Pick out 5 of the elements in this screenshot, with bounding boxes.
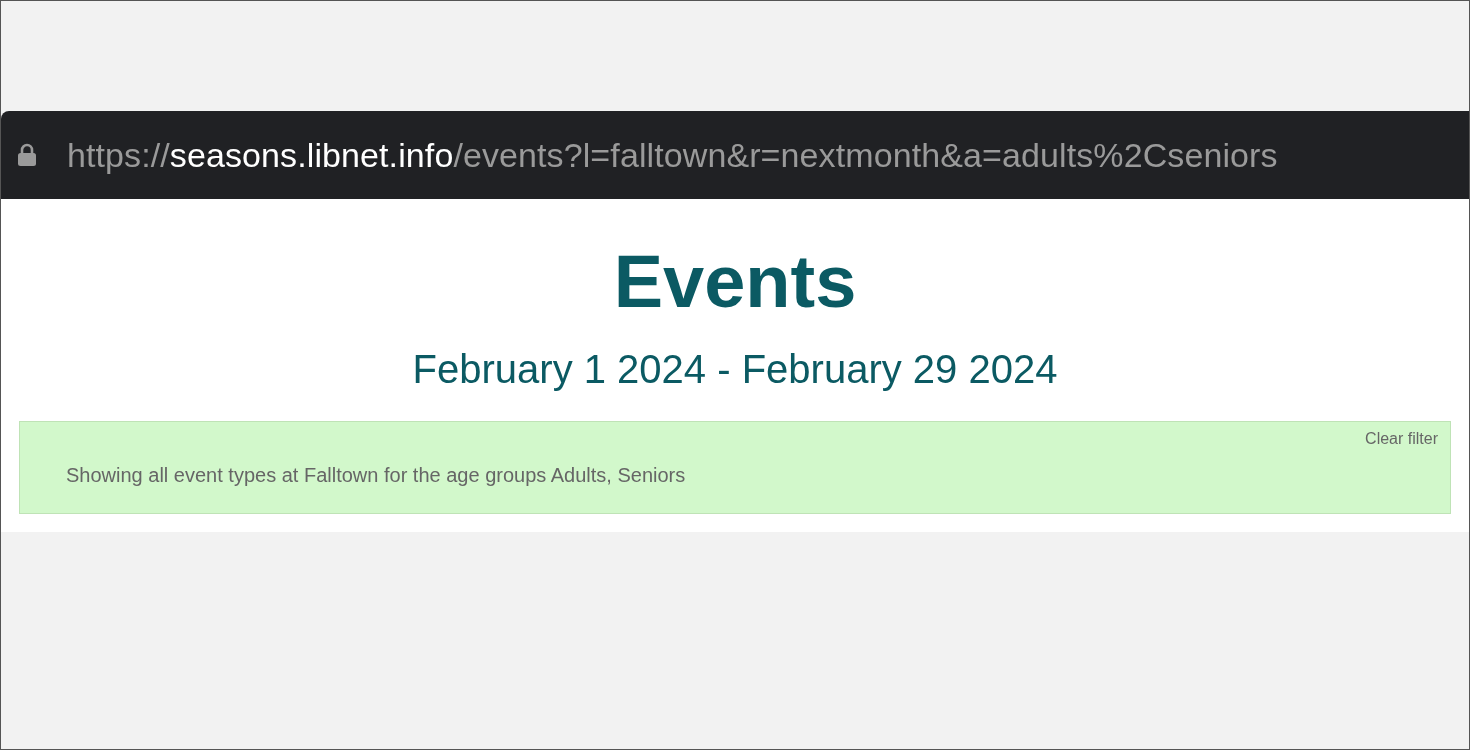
filter-message: Showing all event types at Falltown for the age groups Adults, Seniors <box>66 464 687 487</box>
page-title: Events <box>613 245 857 319</box>
clear-filter-link[interactable]: Clear filter <box>1365 430 1438 448</box>
url-text[interactable]: https://seasons.libnet.info/events?l=falltown&r=nextmonth&a=adults%2Cseniors <box>67 135 1278 175</box>
date-range: February 1 2024 - February 29 2024 <box>412 349 1058 389</box>
